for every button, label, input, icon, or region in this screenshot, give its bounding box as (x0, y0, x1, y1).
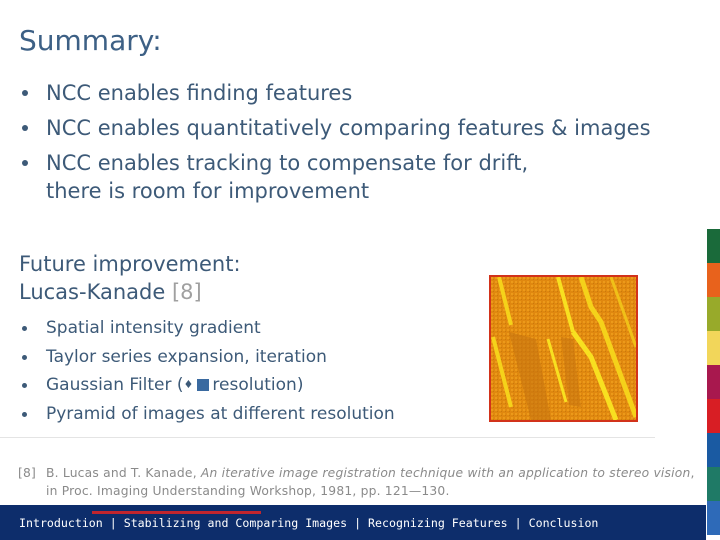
summary-item: NCC enables quantitatively comparing fea… (20, 111, 651, 146)
bullet-icon (22, 90, 28, 96)
paper-title: An iterative image registration techniqu… (200, 466, 691, 480)
bullet-icon (22, 160, 28, 166)
footnote-label: [8] (18, 466, 37, 480)
color-block (707, 433, 720, 467)
method-heading: Lucas-Kanade [8] (19, 278, 241, 306)
footnote-body: B. Lucas and T. Kanade, An iterative ima… (46, 466, 695, 498)
bullet-icon (22, 125, 28, 131)
decorative-color-strip (707, 229, 720, 535)
nav-stabilizing[interactable]: Stabilizing and Comparing Images (124, 516, 347, 530)
method-list: Spatial intensity gradient Taylor series… (20, 314, 395, 429)
footer-nav: Introduction | Stabilizing and Comparing… (19, 516, 598, 530)
nav-separator: | (347, 516, 369, 530)
nav-separator: | (507, 516, 529, 530)
summary-item: NCC enables tracking to compensate for d… (20, 146, 651, 206)
method-item: Spatial intensity gradient (20, 314, 395, 343)
method-item: Pyramid of images at different resolutio… (20, 400, 395, 429)
square-icon (197, 379, 210, 392)
color-block (707, 365, 720, 399)
nav-recognizing[interactable]: Recognizing Features (368, 516, 508, 530)
future-heading: Future improvement: (19, 252, 241, 276)
color-block (707, 501, 720, 535)
nav-separator: | (102, 516, 124, 530)
content-divider (0, 437, 655, 438)
diamond-icon: ♦ (183, 378, 194, 392)
nav-introduction[interactable]: Introduction (19, 516, 103, 530)
method-item: Taylor series expansion, iteration (20, 343, 395, 372)
future-improvement-heading: Future improvement: Lucas-Kanade [8] (19, 250, 241, 306)
color-block (707, 297, 720, 331)
slide-title: Summary: (19, 24, 162, 57)
color-block (707, 331, 720, 365)
color-block (707, 229, 720, 263)
color-block (707, 263, 720, 297)
summary-list: NCC enables finding features NCC enables… (20, 76, 651, 206)
bullet-icon (22, 354, 27, 360)
afm-scan-image (489, 275, 638, 422)
bullet-icon (22, 326, 27, 331)
color-block (707, 399, 720, 433)
active-section-indicator (92, 511, 261, 514)
nav-conclusion[interactable]: Conclusion (529, 516, 599, 530)
method-item: Gaussian Filter (♦ resolution) (20, 371, 395, 400)
color-block (707, 467, 720, 501)
reference-footnote: [8] B. Lucas and T. Kanade, An iterative… (18, 464, 708, 500)
citation-link[interactable]: [8] (172, 280, 202, 304)
bullet-icon (22, 383, 27, 389)
summary-item: NCC enables finding features (20, 76, 651, 111)
bullet-icon (22, 412, 27, 418)
afm-scan-graphic (491, 277, 636, 420)
method-name: Lucas-Kanade (19, 280, 166, 304)
